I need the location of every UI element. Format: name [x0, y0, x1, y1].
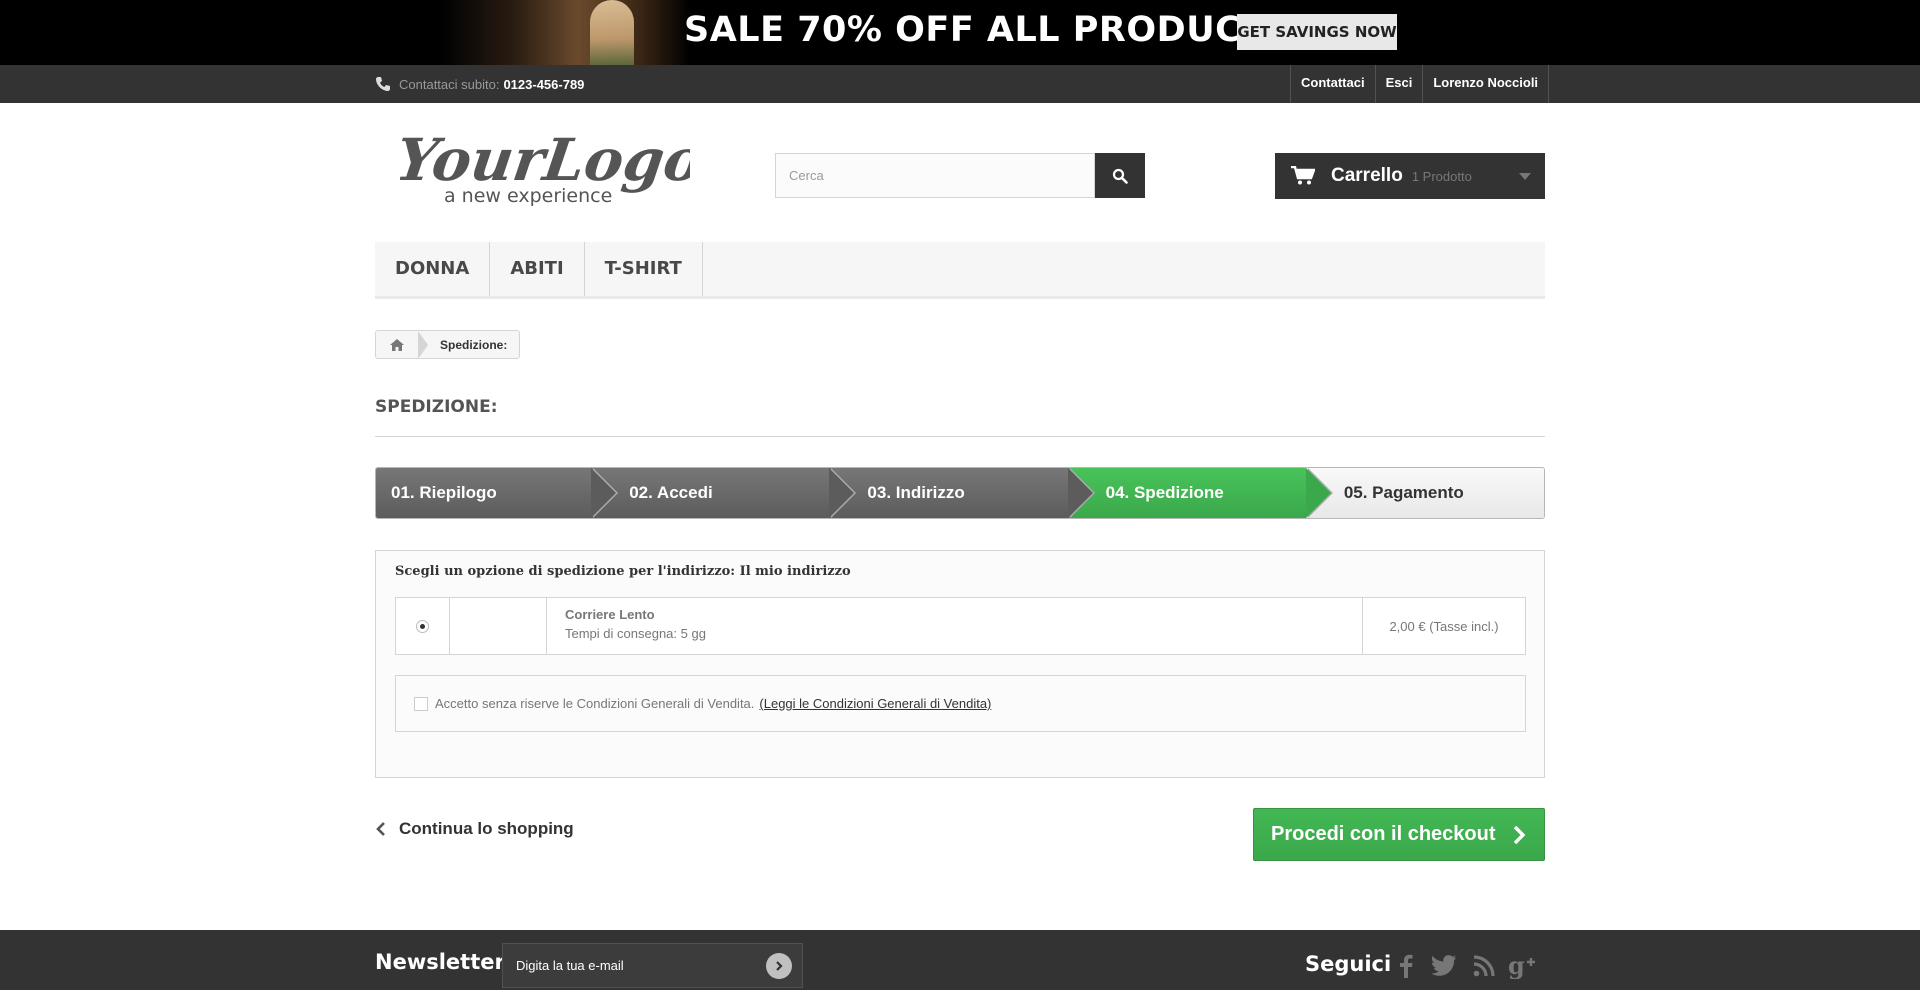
carrier-option[interactable]: Corriere Lento Tempi di consegna: 5 gg 2… [395, 597, 1526, 655]
delivery-title: Scegli un opzione di spedizione per l'in… [395, 564, 851, 579]
step-summary[interactable]: 01. Riepilogo [376, 468, 619, 518]
continue-shopping-link[interactable]: Continua lo shopping [375, 818, 574, 840]
step-arrow [1305, 468, 1331, 518]
chevron-right-icon [1513, 825, 1526, 845]
top-links: Contattaci Esci Lorenzo Noccioli [1290, 65, 1550, 103]
newsletter-submit-button[interactable] [766, 953, 792, 979]
google-plus-icon[interactable]: g [1508, 952, 1536, 980]
breadcrumb: Spedizione: [375, 330, 521, 359]
carrier-name: Corriere Lento [565, 607, 655, 622]
follow-us-title: Seguici [1305, 952, 1392, 976]
step-arrow [1067, 468, 1093, 518]
footer: Newsletter Digita la tua e-mail Seguici … [0, 930, 1920, 990]
top-bar: Contattaci subito: 0123-456-789 Contatta… [0, 65, 1920, 103]
step-arrow [829, 468, 855, 518]
terms-link[interactable]: (Leggi le Condizioni Generali di Vendita… [759, 696, 991, 711]
logo-graphic: YourLogo a new experience [392, 125, 708, 207]
account-link[interactable]: Lorenzo Noccioli [1422, 65, 1550, 103]
carrier-radio-cell[interactable] [396, 598, 450, 654]
terms-of-service: Accetto senza riserve le Condizioni Gene… [395, 675, 1526, 732]
menu-item-donna[interactable]: DONNA [375, 242, 491, 296]
svg-text:g: g [1508, 953, 1525, 979]
rss-icon[interactable] [1470, 952, 1498, 980]
chevron-right-icon [776, 961, 783, 971]
search-input[interactable]: Cerca [775, 153, 1095, 198]
cart-count: 1 Prodotto [1411, 168, 1472, 184]
search-button[interactable] [1095, 153, 1145, 198]
step-label: 05. Pagamento [1343, 483, 1464, 502]
contact-phone: Contattaci subito: 0123-456-789 [375, 65, 584, 103]
menu-item-abiti[interactable]: ABITI [490, 242, 585, 296]
checkout-steps: 01. Riepilogo 02. Accedi 03. Indirizzo 0… [375, 467, 1545, 519]
breadcrumb-separator [418, 330, 428, 359]
main-menu: DONNA ABITI T-SHIRT [375, 242, 1545, 299]
chevron-down-icon [1519, 173, 1531, 180]
facebook-icon[interactable] [1392, 952, 1420, 980]
page-title: Spedizione: [375, 397, 1545, 437]
continue-label: Continua lo shopping [399, 819, 574, 838]
banner-model-image [590, 0, 634, 65]
step-label: 03. Indirizzo [867, 483, 965, 502]
terms-checkbox[interactable] [414, 696, 428, 711]
step-label: 02. Accedi [629, 483, 713, 502]
contact-prefix: Contattaci subito: [399, 76, 500, 92]
contact-link[interactable]: Contattaci [1290, 65, 1375, 103]
promo-banner[interactable]: SALE 70% OFF ALL PRODUCTS GET SAVINGS NO… [0, 0, 1920, 65]
newsletter-email-input[interactable]: Digita la tua e-mail [502, 943, 803, 988]
search-icon [1112, 168, 1128, 184]
step-arrow [591, 468, 617, 518]
get-savings-button[interactable]: GET SAVINGS NOW [1237, 14, 1397, 50]
cart-icon [1291, 166, 1315, 185]
step-shipping: 04. Spedizione [1067, 468, 1333, 518]
delivery-options: Scegli un opzione di spedizione per l'in… [375, 550, 1545, 778]
logout-link[interactable]: Esci [1374, 65, 1423, 103]
site-logo[interactable]: YourLogo a new experience [392, 120, 708, 210]
carrier-price: 2,00 € (Tasse incl.) [1389, 618, 1499, 634]
breadcrumb-home[interactable] [376, 331, 418, 358]
carrier-delay: Tempi di consegna: 5 gg [565, 626, 706, 641]
banner-photo [440, 0, 690, 65]
cart-label: Carrello [1331, 165, 1403, 186]
newsletter-title: Newsletter [375, 950, 505, 974]
step-label: 04. Spedizione [1105, 483, 1224, 502]
banner-headline: SALE 70% OFF ALL PRODUCTS [684, 10, 1292, 50]
carrier-radio[interactable] [416, 619, 429, 633]
radio-selected-dot [420, 623, 425, 629]
carrier-logo [450, 598, 547, 654]
terms-text: Accetto senza riserve le Condizioni Gene… [435, 696, 755, 711]
breadcrumb-current: Spedizione: [440, 337, 508, 352]
proceed-checkout-button[interactable]: Procedi con il checkout [1253, 808, 1545, 861]
cart-button[interactable]: Carrello 1 Prodotto [1275, 153, 1545, 199]
phone-number: 0123-456-789 [503, 76, 585, 92]
menu-item-tshirt[interactable]: T-SHIRT [585, 242, 703, 296]
step-label: 01. Riepilogo [391, 483, 497, 502]
carrier-info: Corriere Lento Tempi di consegna: 5 gg [547, 598, 1363, 654]
step-address[interactable]: 03. Indirizzo [829, 468, 1095, 518]
step-login[interactable]: 02. Accedi [591, 468, 857, 518]
chevron-left-icon [376, 822, 385, 836]
twitter-icon[interactable] [1430, 952, 1458, 980]
step-payment: 05. Pagamento [1305, 468, 1544, 518]
phone-icon [376, 77, 390, 91]
logo-main-text: YourLogo [400, 125, 690, 194]
checkout-label: Procedi con il checkout [1271, 823, 1496, 845]
logo-tagline: a new experience [444, 185, 612, 207]
home-icon [390, 338, 404, 351]
